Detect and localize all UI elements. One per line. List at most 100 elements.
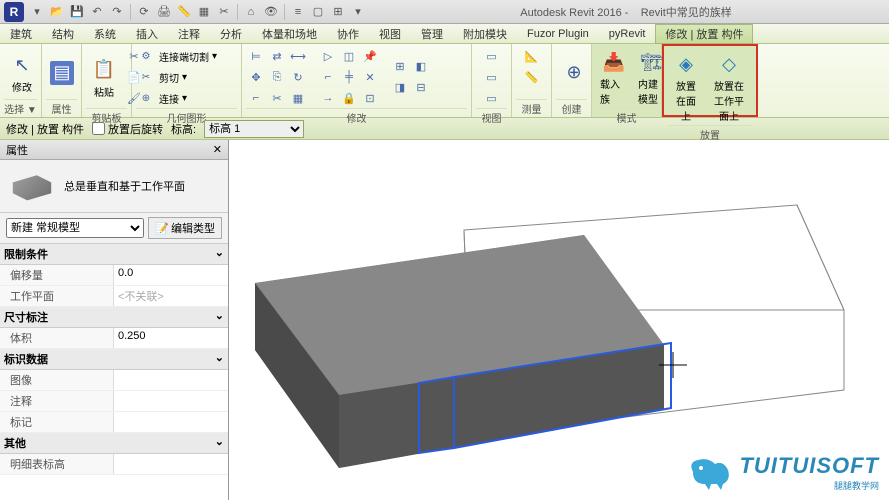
- measure-icon[interactable]: 📐: [522, 46, 542, 66]
- properties-palette: 属性 ✕ 总是垂直和基于工作平面 新建 常规模型 📝编辑类型 限制条件⌄ 偏移量0…: [0, 140, 229, 500]
- place-on-workplane-button[interactable]: ◇放置在工作平面上: [706, 48, 752, 125]
- app-icon[interactable]: R: [4, 2, 24, 22]
- panel-clipboard: 📋粘贴✂📄🖌 剪贴板: [82, 44, 132, 117]
- property-grid: 限制条件⌄ 偏移量0.0 工作平面<不关联> 尺寸标注⌄ 体积0.250 标识数…: [0, 244, 228, 500]
- panel-geometry: ⚙连接端切割 ▾ ✂剪切 ▾ ⊕连接 ▾ 几何图形: [132, 44, 242, 117]
- rotate-icon[interactable]: ↻: [288, 67, 308, 87]
- palette-title: 属性: [6, 142, 28, 158]
- app-menu-dropdown[interactable]: ▾: [28, 3, 46, 21]
- ribbon-tabs: 建筑结构系统插入注释分析体量和场地协作视图管理附加模块Fuzor Pluginp…: [0, 24, 889, 44]
- 3d-icon[interactable]: ⌂: [242, 3, 260, 21]
- cope-button[interactable]: ⚙连接端切割 ▾: [136, 46, 217, 66]
- tab-6[interactable]: 体量和场地: [252, 24, 327, 44]
- model-3d-view: [229, 140, 889, 500]
- group-icon[interactable]: ⊡: [360, 88, 380, 108]
- tab-11[interactable]: Fuzor Plugin: [517, 26, 599, 42]
- tab-0[interactable]: 建筑: [0, 24, 42, 44]
- delete-icon[interactable]: ✕: [360, 67, 380, 87]
- place-on-face-button[interactable]: ◈放置在面上: [668, 48, 704, 125]
- prop-mark: 标记: [0, 412, 228, 433]
- offset-icon[interactable]: ⇄: [267, 46, 287, 66]
- type-description: 总是垂直和基于工作平面: [64, 178, 185, 194]
- align-icon[interactable]: ▦: [195, 3, 213, 21]
- group-constraints[interactable]: 限制条件⌄: [0, 244, 228, 265]
- tab-12[interactable]: pyRevit: [599, 26, 656, 42]
- unpin-icon[interactable]: 📌: [360, 46, 380, 66]
- cut-geom-button[interactable]: ✂剪切 ▾: [136, 67, 187, 87]
- prop-offset: 偏移量0.0: [0, 265, 228, 286]
- undo-icon[interactable]: ↶: [88, 3, 106, 21]
- scale-icon[interactable]: ◫: [339, 46, 359, 66]
- tab-1[interactable]: 结构: [42, 24, 84, 44]
- view-icon[interactable]: 👁: [262, 3, 280, 21]
- group-identity[interactable]: 标识数据⌄: [0, 349, 228, 370]
- move-icon[interactable]: ✥: [246, 67, 266, 87]
- title-bar: R ▾ 📂 💾 ↶ ↷ ⟳ 🖨 📏 ▦ ✂ ⌂ 👁 ≡ ▢ ⊞ ▾ Autode…: [0, 0, 889, 24]
- print-icon[interactable]: 🖨: [155, 3, 173, 21]
- level-select[interactable]: 标高 1: [204, 120, 304, 138]
- tab-2[interactable]: 系统: [84, 24, 126, 44]
- split-icon[interactable]: ✂: [267, 88, 287, 108]
- tab-10[interactable]: 附加模块: [453, 24, 517, 44]
- view-icon[interactable]: ▭: [482, 46, 502, 66]
- trim-icon[interactable]: ⌐: [246, 88, 266, 108]
- sync-icon[interactable]: ⟳: [135, 3, 153, 21]
- panel-measure: 📐📏测量: [512, 44, 552, 117]
- type-thumbnail: [8, 168, 56, 204]
- tab-4[interactable]: 注释: [168, 24, 210, 44]
- prop-schedule-level: 明细表标高: [0, 454, 228, 475]
- panel-create: ⊕创建: [552, 44, 592, 117]
- rotate-after-place-checkbox[interactable]: 放置后旋转: [92, 121, 163, 137]
- watermark: TUITUISOFT腿腿教学网: [683, 452, 879, 492]
- save-icon[interactable]: 💾: [68, 3, 86, 21]
- array-icon[interactable]: ▦: [288, 88, 308, 108]
- tab-8[interactable]: 视图: [369, 24, 411, 44]
- mirror-axis-icon[interactable]: ⟷: [288, 46, 308, 66]
- ribbon: ↖修改 选择 ▼ ▤ 属性 📋粘贴✂📄🖌 剪贴板 ⚙连接端切割 ▾ ✂剪切 ▾ …: [0, 44, 889, 118]
- tab-7[interactable]: 协作: [327, 24, 369, 44]
- measure-icon[interactable]: 📏: [175, 3, 193, 21]
- open-icon[interactable]: 📂: [48, 3, 66, 21]
- tab-13[interactable]: 修改 | 放置 构件: [655, 24, 753, 44]
- prop-image: 图像: [0, 370, 228, 391]
- section-icon[interactable]: ✂: [215, 3, 233, 21]
- join-geom-button[interactable]: ⊕连接 ▾: [136, 88, 187, 108]
- tab-9[interactable]: 管理: [411, 24, 453, 44]
- mirror-draw-icon[interactable]: ▷: [318, 46, 338, 66]
- close-icon[interactable]: ✕: [213, 143, 222, 156]
- properties-button[interactable]: ▤: [46, 59, 78, 87]
- redo-icon[interactable]: ↷: [108, 3, 126, 21]
- type-selector[interactable]: 总是垂直和基于工作平面: [0, 160, 228, 213]
- panel-view: ▭▭▭视图: [472, 44, 512, 117]
- customize-qat-icon[interactable]: ▾: [349, 3, 367, 21]
- prop-workplane: 工作平面<不关联>: [0, 286, 228, 307]
- paste-button[interactable]: 📋粘贴: [86, 54, 122, 101]
- copy-icon[interactable]: ⎘: [267, 67, 287, 87]
- prop-comment: 注释: [0, 391, 228, 412]
- level-label: 标高:: [171, 121, 196, 137]
- tab-5[interactable]: 分析: [210, 24, 252, 44]
- thin-lines-icon[interactable]: ≡: [289, 3, 307, 21]
- drawing-area[interactable]: TUITUISOFT腿腿教学网: [229, 140, 889, 500]
- lock-icon[interactable]: 🔒: [339, 88, 359, 108]
- align-icon[interactable]: ⊨: [246, 46, 266, 66]
- prop-volume: 体积0.250: [0, 328, 228, 349]
- instance-filter-select[interactable]: 新建 常规模型: [6, 218, 144, 238]
- window-title: Autodesk Revit 2016 - Revit中常见的族样: [367, 4, 885, 20]
- modify-button[interactable]: ↖修改: [4, 49, 40, 96]
- quick-access-toolbar: ▾ 📂 💾 ↶ ↷ ⟳ 🖨 📏 ▦ ✂ ⌂ 👁 ≡ ▢ ⊞ ▾: [28, 3, 367, 21]
- load-family-button[interactable]: 📥载入族: [596, 46, 632, 108]
- create-button[interactable]: ⊕: [556, 57, 592, 89]
- switch-window-icon[interactable]: ⊞: [329, 3, 347, 21]
- panel-properties: ▤ 属性: [42, 44, 82, 117]
- edit-type-button[interactable]: 📝编辑类型: [148, 217, 222, 239]
- group-other[interactable]: 其他⌄: [0, 433, 228, 454]
- tab-3[interactable]: 插入: [126, 24, 168, 44]
- trim-corner-icon[interactable]: ⌐: [318, 67, 338, 87]
- extend-icon[interactable]: →: [318, 88, 338, 108]
- panel-select: ↖修改 选择 ▼: [0, 44, 42, 117]
- split-gap-icon[interactable]: ╪: [339, 67, 359, 87]
- panel-place: ◈放置在面上 ◇放置在工作平面上 放置: [662, 44, 758, 117]
- close-hidden-icon[interactable]: ▢: [309, 3, 327, 21]
- group-dimensions[interactable]: 尺寸标注⌄: [0, 307, 228, 328]
